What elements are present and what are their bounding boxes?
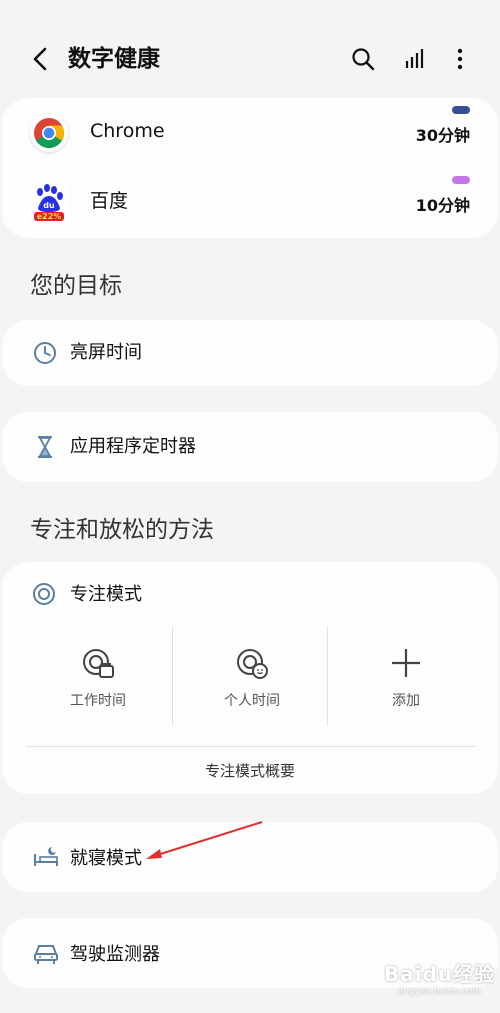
watermark: Baidu经验 jingyan.baidu.com [384, 958, 495, 997]
hourglass-icon [38, 436, 52, 458]
app-row-baidu[interactable]: du e22% 百度 10分钟 [2, 170, 498, 234]
focus-overview-label: 专注模式概要 [204, 761, 295, 780]
more-vert-icon [457, 48, 463, 70]
focus-mode-label: 专注模式 [70, 584, 142, 605]
app-timer-card[interactable]: 应用程序定时器 [2, 412, 498, 482]
search-icon [352, 48, 375, 71]
divider [26, 746, 476, 747]
more-options-button[interactable] [443, 42, 477, 76]
add-label: 添加 [392, 693, 420, 709]
usage-time: 30分钟 [415, 126, 470, 145]
watermark-text: Baidu经验 [384, 962, 496, 986]
screen-time-card[interactable]: 亮屏时间 [2, 320, 498, 386]
bedtime-mode-label: 就寝模式 [70, 848, 142, 869]
page-title: 数字健康 [68, 46, 160, 72]
focus-overview-button[interactable]: 专注模式概要 [2, 748, 498, 792]
focus-mode-card: 专注模式 工作时间 个人时间 添加 专注模式概要 [2, 562, 498, 794]
bar-chart-icon [405, 49, 424, 68]
app-name: Chrome [90, 120, 165, 142]
goals-section-title: 您的目标 [30, 273, 122, 299]
usage-color-pill [452, 106, 470, 114]
usage-color-pill [452, 176, 470, 184]
stats-button[interactable] [398, 42, 432, 76]
focus-target-icon [33, 583, 55, 605]
focus-mode-row[interactable]: 专注模式 [2, 574, 498, 614]
baidu-badge: e22% [36, 212, 62, 221]
app-usage-card: Chrome 30分钟 du e22% 百度 10分钟 [2, 98, 498, 238]
back-button[interactable] [24, 42, 58, 76]
bed-icon [34, 847, 58, 866]
annotation-arrow [146, 821, 263, 859]
top-bar: 数字健康 [0, 0, 500, 110]
chrome-app-icon [30, 114, 68, 152]
app-name: 百度 [90, 190, 129, 212]
svg-text:du: du [43, 201, 55, 210]
clock-icon [34, 342, 56, 364]
work-focus-icon [83, 649, 114, 678]
usage-time: 10分钟 [415, 196, 470, 215]
work-time-button[interactable]: 工作时间 [24, 646, 172, 742]
app-row-chrome[interactable]: Chrome 30分钟 [2, 100, 498, 164]
work-time-label: 工作时间 [70, 693, 126, 709]
back-arrow-icon [33, 47, 47, 71]
driving-monitor-label: 驾驶监测器 [70, 944, 160, 965]
personal-focus-icon [237, 649, 268, 679]
divider [172, 626, 173, 726]
personal-time-label: 个人时间 [224, 693, 280, 709]
divider [327, 626, 328, 726]
app-timer-label: 应用程序定时器 [70, 436, 196, 457]
car-icon [34, 945, 58, 964]
baidu-app-icon: du e22% [30, 182, 68, 222]
focus-section-title: 专注和放松的方法 [30, 517, 214, 543]
plus-icon [392, 649, 420, 677]
personal-time-button[interactable]: 个人时间 [178, 646, 326, 742]
screen-time-label: 亮屏时间 [70, 342, 142, 363]
watermark-sub: jingyan.baidu.com [398, 987, 482, 997]
add-focus-mode-button[interactable]: 添加 [332, 646, 480, 742]
search-button[interactable] [346, 42, 380, 76]
